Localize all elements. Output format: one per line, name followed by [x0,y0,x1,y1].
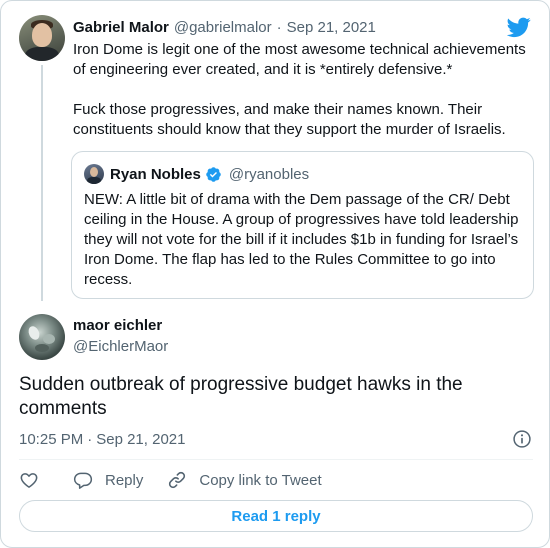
like-button[interactable] [19,470,51,490]
parent-tweet-paragraph: Iron Dome is legit one of the most aweso… [73,41,526,78]
tweet-date[interactable]: Sep 21, 2021 [96,431,185,448]
copy-link-label: Copy link to Tweet [199,471,322,489]
reply-author-handle[interactable]: @EichlerMaor [73,338,168,355]
verified-badge-icon [206,166,221,182]
tweet-time[interactable]: 10:25 PM [19,431,83,448]
parent-tweet-header: Gabriel Malor @gabrielmalor · Sep 21, 20… [73,17,376,37]
thread-connector-line [41,65,43,301]
parent-author-name[interactable]: Gabriel Malor [73,19,169,36]
reply-author-name[interactable]: maor eichler [73,317,162,334]
actions-divider [19,459,533,460]
quoted-tweet[interactable]: Ryan Nobles @ryanobles NEW: A little bit… [71,151,534,299]
parent-tweet-date[interactable]: Sep 21, 2021 [287,19,376,36]
quoted-author-name: Ryan Nobles [110,165,201,183]
speech-bubble-icon [73,472,93,489]
parent-date-separator: · [276,18,282,36]
parent-author-handle[interactable]: @gabrielmalor [174,19,272,36]
reply-author-avatar[interactable] [19,314,65,360]
link-icon [169,471,186,489]
quoted-tweet-text: NEW: A little bit of drama with the Dem … [84,191,519,288]
tweet-timestamp[interactable]: 10:25 PM · Sep 21, 2021 [19,429,185,449]
tweet-embed-card: Gabriel Malor @gabrielmalor · Sep 21, 20… [0,0,550,548]
parent-tweet-paragraph: Fuck those progressives, and make their … [73,101,506,138]
quoted-tweet-header: Ryan Nobles @ryanobles [84,164,309,184]
reply-label: Reply [105,471,144,489]
read-replies-button[interactable]: Read 1 reply [19,500,533,532]
timestamp-separator: · [87,430,93,448]
twitter-bird-icon[interactable] [507,15,531,39]
quoted-author-avatar [84,164,104,184]
parent-tweet-text: Iron Dome is legit one of the most aweso… [73,40,533,140]
tweet-actions-bar: Reply Copy link to Tweet [19,467,322,493]
info-icon[interactable] [512,429,532,449]
reply-button[interactable]: Reply [73,470,143,490]
quoted-author-handle: @ryanobles [228,165,310,183]
heart-icon [20,473,38,488]
copy-link-button[interactable]: Copy link to Tweet [167,470,322,490]
reply-tweet-text: Sudden outbreak of progressive budget ha… [19,374,463,419]
parent-author-avatar[interactable] [19,15,65,61]
